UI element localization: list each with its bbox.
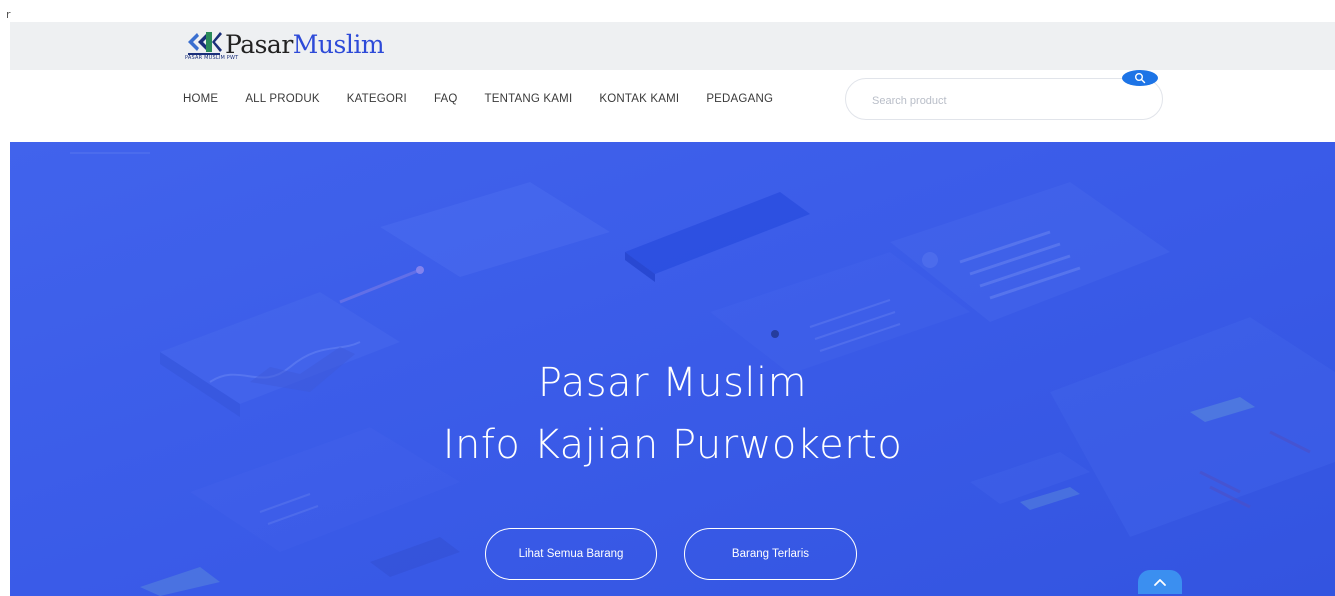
logo-subtext: PASAR MUSLIM PWT	[185, 55, 239, 61]
nav-item-faq[interactable]: FAQ	[434, 93, 458, 105]
search-button[interactable]	[1122, 70, 1158, 86]
hero-title-line2: Info Kajian Purwokerto	[442, 422, 903, 468]
nav-item-tentang-kami[interactable]: TENTANG KAMI	[485, 93, 573, 105]
search-icon	[1135, 73, 1146, 84]
search-box	[845, 70, 1163, 120]
nav-item-kategori[interactable]: KATEGORI	[347, 93, 407, 105]
best-sellers-button[interactable]: Barang Terlaris	[684, 528, 857, 580]
nav-item-home[interactable]: HOME	[183, 93, 218, 105]
chevron-up-icon	[1154, 579, 1166, 586]
logo-text-muslim: Muslim	[292, 30, 385, 59]
scroll-to-top-button[interactable]	[1138, 570, 1182, 594]
logo-wordmark: PasarMuslim	[225, 28, 385, 62]
hero-banner: Pasar Muslim Info Kajian Purwokerto Liha…	[10, 142, 1335, 596]
nav-bar: HOME ALL PRODUK KATEGORI FAQ TENTANG KAM…	[0, 70, 1335, 142]
page: r PASAR MUSLIM PWT PasarMuslim HOME ALL	[0, 0, 1335, 596]
view-all-products-button[interactable]: Lihat Semua Barang	[485, 528, 657, 580]
site-logo[interactable]: PASAR MUSLIM PWT PasarMuslim	[185, 28, 385, 64]
hero-title-line1: Pasar Muslim	[537, 360, 808, 406]
search-input[interactable]	[870, 90, 1114, 112]
nav-item-kontak-kami[interactable]: KONTAK KAMI	[599, 93, 679, 105]
main-nav: HOME ALL PRODUK KATEGORI FAQ TENTANG KAM…	[183, 93, 773, 105]
nav-item-pedagang[interactable]: PEDAGANG	[706, 93, 773, 105]
nav-item-all-produk[interactable]: ALL PRODUK	[245, 93, 319, 105]
corner-mark: r	[6, 8, 11, 21]
logo-emblem-icon: PASAR MUSLIM PWT	[185, 28, 238, 64]
logo-bar: PASAR MUSLIM PWT PasarMuslim	[10, 22, 1335, 70]
